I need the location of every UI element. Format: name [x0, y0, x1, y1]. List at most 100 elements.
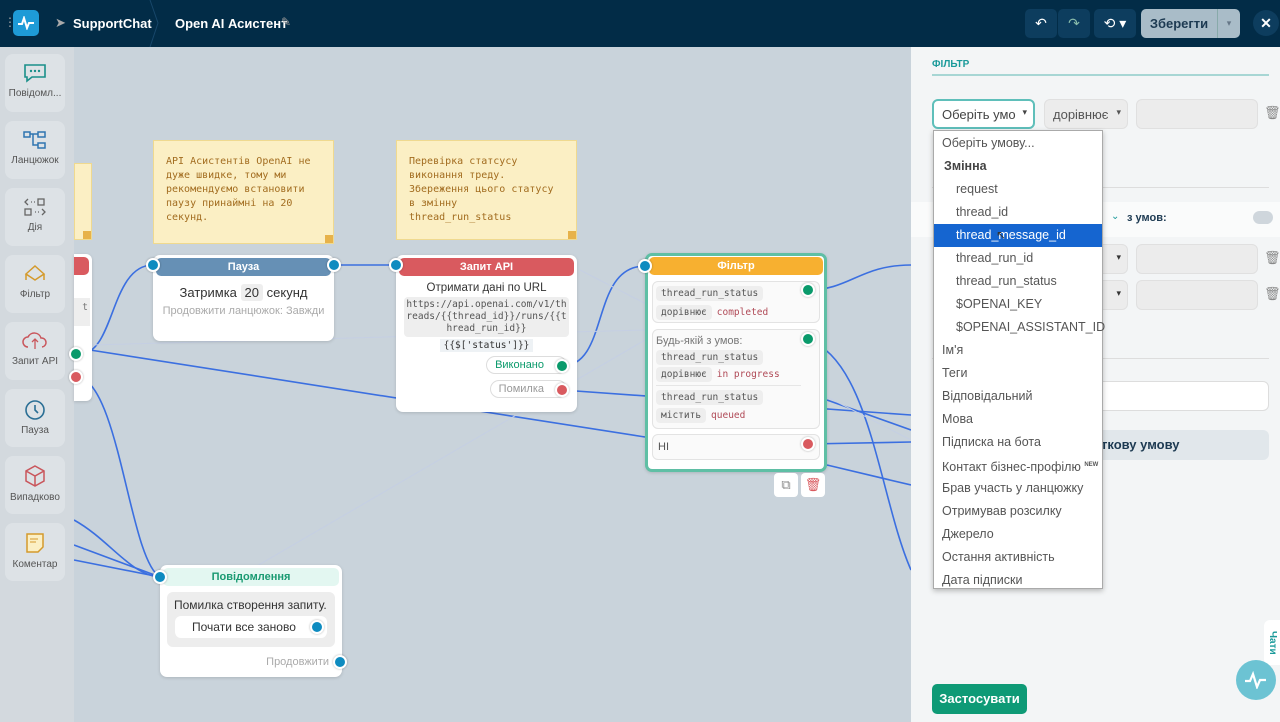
any-of-label: Будь-якій з умов: — [656, 335, 743, 347]
condition-dropdown: Оберіть умову... Змінна request thread_i… — [933, 130, 1105, 592]
apply-button[interactable]: Застосувати — [932, 684, 1027, 714]
output-port[interactable] — [333, 655, 347, 669]
toggle[interactable] — [1253, 211, 1273, 224]
palette-label: Запит API — [11, 356, 59, 367]
button-port[interactable] — [310, 620, 324, 634]
palette-label: Дія — [27, 222, 43, 233]
filter-condition: thread_run_status дорівнює completed — [652, 281, 820, 323]
palette-item-random[interactable]: Випадково — [5, 456, 65, 514]
palette-item-action[interactable]: Дія — [5, 188, 65, 246]
condition-operator: дорівнює — [656, 305, 712, 320]
chevron-down-icon[interactable]: ⌄ — [1111, 211, 1119, 222]
partial-node-text: t — [74, 298, 90, 326]
dropdown-option-selected[interactable]: thread_message_id — [934, 224, 1102, 247]
delay-label: Затримка — [179, 285, 237, 300]
redo-button[interactable]: ↷ — [1058, 9, 1090, 38]
input-port[interactable] — [638, 259, 652, 273]
close-button[interactable]: ✕ — [1253, 10, 1279, 36]
delete-condition-icon[interactable]: 🗑 — [1264, 286, 1280, 302]
value-input[interactable] — [1136, 280, 1258, 310]
dropdown-option[interactable]: thread_id — [934, 201, 1102, 224]
dropdown-option[interactable]: Брав участь у ланцюжку — [934, 477, 1102, 500]
save-options-button[interactable]: ▾ — [1217, 9, 1240, 38]
condition-value: in progress — [716, 369, 780, 380]
link-line — [73, 559, 161, 578]
support-chat-launcher[interactable] — [1236, 660, 1276, 700]
clock-icon — [25, 400, 45, 420]
palette-label: Фільтр — [19, 289, 51, 300]
dropdown-option[interactable]: Ім'я — [934, 339, 1102, 362]
dropdown-option[interactable]: Оберіть умову... — [934, 132, 1102, 155]
input-port[interactable] — [153, 570, 167, 584]
delete-condition-icon[interactable]: 🗑 — [1264, 105, 1280, 121]
api-request-node[interactable]: Запит API Отримати дані по URL https://a… — [396, 255, 577, 412]
node-title: Фільтр — [649, 257, 823, 275]
else-port[interactable] — [801, 437, 815, 451]
chain-icon — [23, 131, 46, 149]
dropdown-option[interactable]: Дата підписки — [934, 569, 1102, 592]
palette-item-chain[interactable]: Ланцюжок — [5, 121, 65, 179]
palette-label: Ланцюжок — [11, 155, 59, 166]
copy-node-button[interactable]: ⧉ — [774, 473, 798, 497]
chats-tab[interactable]: Чати — [1264, 620, 1280, 665]
dropdown-option[interactable]: Джерело — [934, 523, 1102, 546]
delete-condition-icon[interactable]: 🗑 — [1264, 250, 1280, 266]
value-input[interactable] — [1136, 244, 1258, 274]
continue-label: Продовжити — [266, 656, 329, 668]
dropdown-option[interactable]: thread_run_id — [934, 247, 1102, 270]
undo-button[interactable]: ↶ — [1025, 9, 1057, 38]
history-button[interactable]: ⟲ ▾ — [1094, 9, 1136, 38]
dropdown-option[interactable]: Мова — [934, 408, 1102, 431]
error-port[interactable] — [555, 383, 569, 397]
palette-item-message[interactable]: Повідомл... — [5, 54, 65, 112]
response-path: {{$['status']}} — [439, 339, 534, 352]
api-url: https://api.openai.com/v1/threads/{{thre… — [404, 297, 569, 337]
comment-note[interactable]: Перевірка статсусу виконання треду. Збер… — [396, 140, 577, 240]
dropdown-option[interactable]: request — [934, 178, 1102, 201]
operator-select[interactable]: дорівнює ▾ — [1044, 99, 1128, 129]
value-input[interactable] — [1136, 99, 1258, 129]
palette-item-pause[interactable]: Пауза — [5, 389, 65, 447]
palette-item-filter[interactable]: Фільтр — [5, 255, 65, 313]
link-line — [79, 376, 161, 578]
output-port[interactable] — [327, 258, 341, 272]
input-port[interactable] — [146, 258, 160, 272]
any-true-port[interactable] — [801, 332, 815, 346]
save-button[interactable]: Зберегти — [1141, 9, 1217, 38]
condition-true-port[interactable] — [801, 283, 815, 297]
palette-item-comment[interactable]: Коментар — [5, 523, 65, 581]
success-port[interactable] — [555, 359, 569, 373]
dropdown-option[interactable]: Отримував розсилку — [934, 500, 1102, 523]
delay-unit: секунд — [266, 285, 308, 300]
filter-else: НІ — [652, 434, 820, 460]
input-port[interactable] — [389, 258, 403, 272]
pause-node[interactable]: Пауза Затримка 20 секунд Продовжити ланц… — [153, 255, 334, 341]
palette-label: Пауза — [21, 425, 49, 436]
dropdown-option[interactable]: thread_run_status — [934, 270, 1102, 293]
palette-item-api[interactable]: Запит API — [5, 322, 65, 380]
else-label: НІ — [658, 441, 669, 453]
comment-note[interactable]: API Асистентів OpenAI не дуже швидке, то… — [153, 140, 334, 244]
dropdown-option[interactable]: Остання активність — [934, 546, 1102, 569]
dropdown-option[interactable]: $OPENAI_KEY — [934, 293, 1102, 316]
comment-note-partial[interactable] — [74, 163, 92, 240]
dropdown-option[interactable]: Підписка на бота — [934, 431, 1102, 454]
message-button[interactable]: Почати все заново — [175, 616, 327, 638]
filter-node[interactable]: Фільтр thread_run_status дорівнює complet… — [645, 253, 827, 472]
success-port[interactable] — [69, 347, 83, 361]
condition-variable: thread_run_status — [656, 286, 764, 301]
dropdown-option[interactable]: Теги — [934, 362, 1102, 385]
panel-title: ФІЛЬТР — [932, 59, 970, 70]
condition-operator: містить — [656, 408, 707, 423]
chat-bubble-icon — [24, 64, 46, 83]
condition-select[interactable]: Оберіть умо ▾ — [932, 99, 1035, 129]
condition-variable: thread_run_status — [656, 390, 764, 405]
condition-value: completed — [716, 307, 769, 318]
dropdown-option[interactable]: Відповідальний — [934, 385, 1102, 408]
dropdown-option[interactable]: Контакт бізнес-профілю NEW — [934, 454, 1102, 477]
dropdown-option[interactable]: $OPENAI_ASSISTANT_ID — [934, 316, 1105, 339]
error-port[interactable] — [69, 370, 83, 384]
delete-node-button[interactable]: 🗑 — [801, 473, 825, 497]
api-method: Отримати дані по URL — [426, 282, 547, 294]
filter-any-group: Будь-якій з умов: thread_run_status дорі… — [652, 329, 820, 429]
